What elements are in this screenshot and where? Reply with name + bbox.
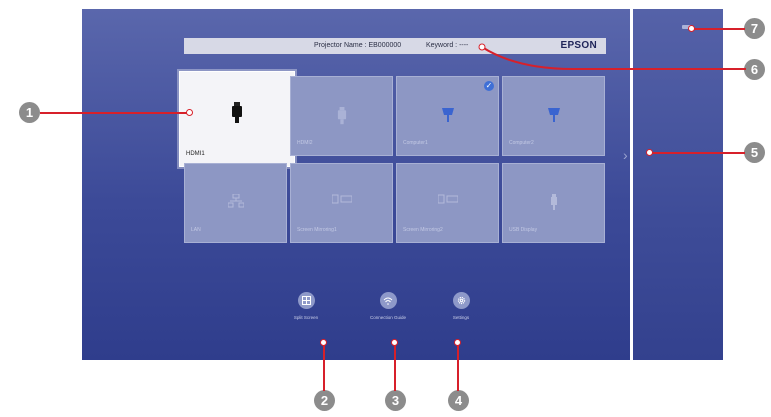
callout-dot-2 (320, 339, 327, 346)
callout-marker-7: 7 (744, 18, 765, 39)
usb-icon (550, 194, 557, 210)
callout-line-4 (457, 343, 459, 391)
source-label: USB Display (509, 227, 538, 233)
vga-icon (547, 108, 560, 122)
source-label: LAN (191, 227, 201, 233)
source-label: Computer1 (403, 140, 428, 146)
callout-dot-7 (688, 25, 695, 32)
source-tile-screen-mirroring1[interactable]: Screen Mirroring1 (290, 163, 393, 243)
keyword: Keyword : ---- (426, 42, 469, 49)
callout-marker-1: 1 (19, 102, 40, 123)
callout-dot-3 (391, 339, 398, 346)
callout-line-2 (323, 343, 325, 391)
callout-dot-1 (186, 109, 193, 116)
callout-line-7 (693, 28, 745, 30)
split-screen-icon (301, 296, 311, 305)
screen-mirroring-icon (331, 194, 352, 204)
source-label: HDMI1 (186, 151, 205, 157)
lan-icon (227, 194, 244, 208)
projector-name: Projector Name : EB000000 (314, 42, 402, 49)
callout-line-5 (651, 152, 745, 154)
source-label: Screen Mirroring2 (403, 227, 443, 233)
connection-guide-label: Connection Guide (369, 315, 407, 320)
source-tile-computer2[interactable]: Computer2 (502, 76, 605, 156)
callout-marker-5: 5 (744, 142, 765, 163)
connection-guide-button[interactable]: Connection Guide (358, 292, 418, 320)
checkmark-icon: ✓ (484, 81, 494, 91)
vga-icon (441, 108, 454, 122)
callout-dot-5 (646, 149, 653, 156)
source-tile-lan[interactable]: LAN (184, 163, 287, 243)
settings-label: Settings (452, 315, 470, 320)
source-tile-usb-display[interactable]: USB Display (502, 163, 605, 243)
source-tile-hdmi1[interactable]: HDMI1 (179, 71, 295, 167)
split-screen-label: Split Screen (293, 315, 319, 320)
source-tile-computer1[interactable]: ✓ Computer1 (396, 76, 499, 156)
callout-marker-3: 3 (385, 390, 406, 411)
callout-marker-2: 2 (314, 390, 335, 411)
source-tile-screen-mirroring2[interactable]: Screen Mirroring2 (396, 163, 499, 243)
callout-line-6 (478, 43, 746, 71)
split-screen-button[interactable]: Split Screen (276, 292, 336, 320)
gear-icon (457, 296, 465, 305)
source-label: Computer2 (509, 140, 534, 146)
connection-guide-icon (383, 297, 393, 305)
source-label: HDMI2 (297, 140, 313, 146)
callout-line-1 (40, 112, 190, 114)
source-label: Screen Mirroring1 (297, 227, 337, 233)
callout-marker-4: 4 (448, 390, 469, 411)
callout-dot-4 (454, 339, 461, 346)
chevron-right-icon[interactable]: › (623, 147, 628, 163)
settings-button[interactable]: Settings (431, 292, 491, 320)
hdmi-icon (232, 102, 242, 123)
callout-line-3 (394, 343, 396, 391)
screen-mirroring-icon (437, 194, 458, 204)
source-tile-hdmi2[interactable]: HDMI2 (290, 76, 393, 156)
hdmi-icon (337, 107, 346, 125)
